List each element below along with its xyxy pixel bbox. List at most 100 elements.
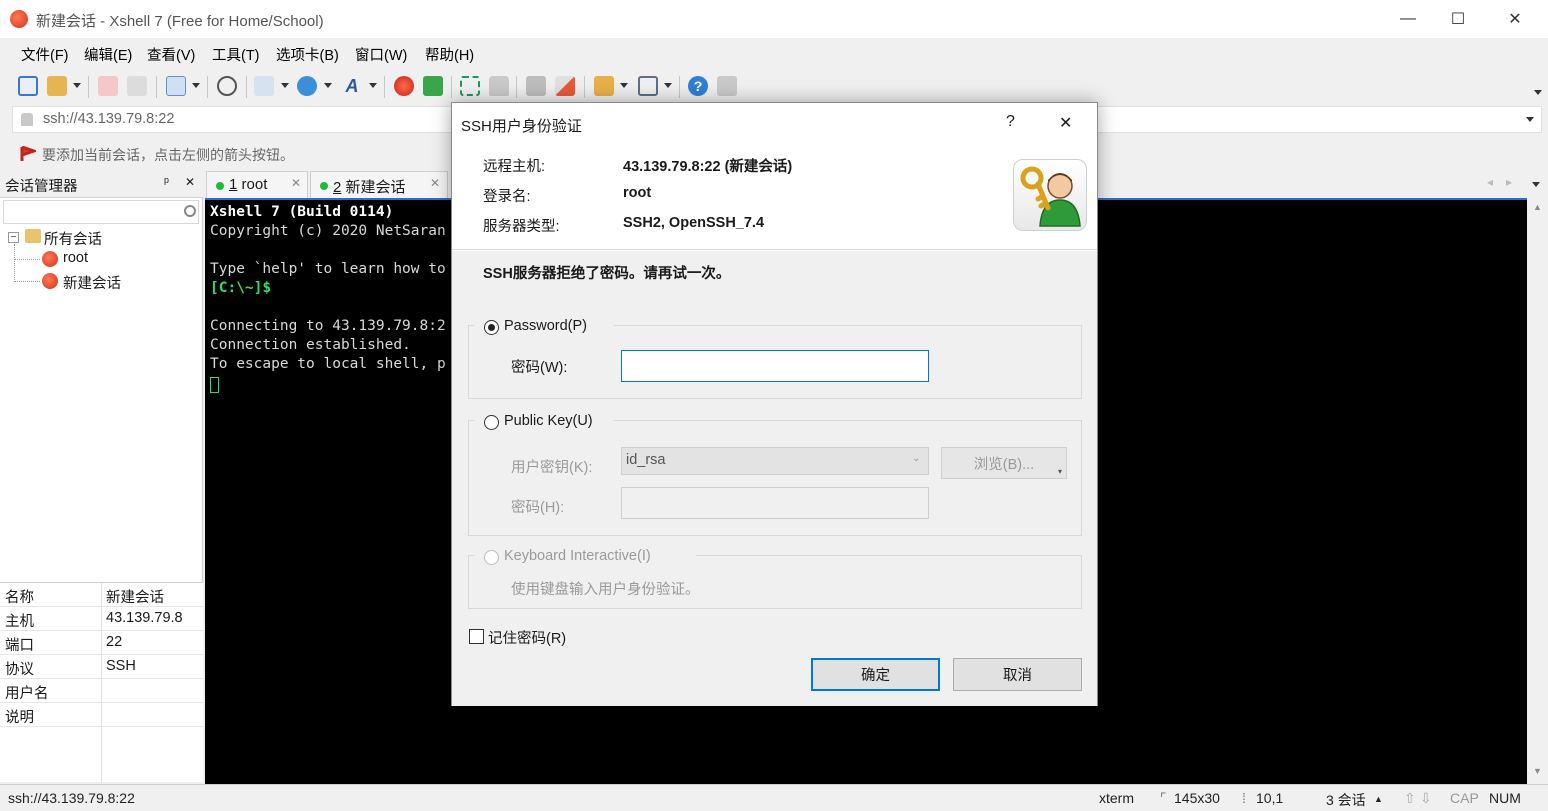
reconnect-icon[interactable] [98, 76, 118, 96]
browse-dropdown-icon[interactable]: ▾ [1058, 467, 1062, 476]
xshell-icon[interactable] [394, 76, 414, 96]
globe-icon[interactable] [297, 76, 317, 96]
layout-icon[interactable] [638, 76, 658, 96]
find-icon[interactable] [217, 76, 237, 96]
menu-bar: 文件(F) 编辑(E) 查看(V) 工具(T) 选项卡(B) 窗口(W) 帮助(… [0, 38, 1548, 68]
user-key-value: id_rsa [626, 452, 666, 468]
chat-icon[interactable] [717, 76, 737, 96]
bookmark-flag-icon[interactable] [20, 145, 39, 165]
address-text[interactable]: ssh://43.139.79.8:22 [43, 111, 174, 127]
tab-close-icon[interactable]: ✕ [430, 176, 440, 190]
highlight-icon[interactable] [555, 76, 575, 96]
add-folder-icon[interactable] [594, 76, 614, 96]
properties-icon[interactable] [166, 76, 186, 96]
password-radio[interactable] [484, 320, 499, 335]
chevron-down-icon[interactable] [281, 83, 289, 88]
tree-root-all-sessions[interactable]: 所有会话 [44, 228, 102, 249]
toolbar-divider [584, 76, 585, 98]
property-key: 用户名 [5, 686, 49, 702]
ok-button[interactable]: 确定 [811, 658, 940, 691]
close-button[interactable]: ✕ [1490, 0, 1540, 38]
transfer-icon[interactable] [254, 76, 274, 96]
user-key-icon [1013, 159, 1087, 231]
menu-file[interactable]: 文件(F) [21, 44, 69, 65]
tab-scroll-right-icon[interactable]: ▸ [1506, 175, 1512, 189]
remember-password-label[interactable]: 记住密码(R) [488, 627, 566, 648]
arrow-up-icon[interactable]: ⇧ [1404, 790, 1416, 807]
dialog-title: SSH用户身份验证 [461, 118, 582, 135]
tab-root[interactable]: 1 root ✕ [206, 171, 308, 198]
tree-item-root[interactable]: root [63, 250, 88, 266]
chevron-down-icon[interactable] [73, 83, 81, 88]
minimize-button[interactable]: — [1383, 0, 1433, 38]
help-icon[interactable]: ? [688, 76, 708, 96]
user-key-select[interactable]: id_rsa ⌄ [621, 447, 929, 475]
keyboard-interactive-radio[interactable] [484, 550, 499, 565]
password-method-label[interactable]: Password(P) [504, 318, 587, 334]
connected-status-icon [320, 182, 328, 190]
new-session-icon[interactable] [18, 76, 38, 96]
tree-item-new-session[interactable]: 新建会话 [63, 272, 121, 293]
search-icon[interactable] [184, 205, 196, 217]
status-address: ssh://43.139.79.8:22 [8, 790, 135, 806]
terminal-line: Connection established. [210, 337, 411, 353]
terminal-line: To escape to local shell, p [210, 356, 446, 372]
status-sessions[interactable]: 3 会话 [1326, 790, 1366, 810]
toolbar-divider [88, 76, 89, 98]
browse-button[interactable]: 浏览(B)... [941, 447, 1067, 479]
scroll-down-icon[interactable]: ▼ [1533, 766, 1542, 776]
public-key-method-label[interactable]: Public Key(U) [504, 413, 593, 429]
remember-password-checkbox[interactable] [469, 629, 484, 644]
menu-tools[interactable]: 工具(T) [212, 44, 260, 65]
open-folder-icon[interactable] [47, 76, 67, 96]
chevron-down-icon[interactable] [192, 83, 200, 88]
passphrase-input[interactable] [621, 487, 929, 519]
dialog-close-button[interactable]: ✕ [1059, 113, 1072, 133]
chevron-down-icon[interactable]: ⌄ [912, 453, 920, 464]
menu-view[interactable]: 查看(V) [147, 44, 195, 65]
lock-icon[interactable] [489, 76, 509, 96]
close-panel-icon[interactable]: ✕ [185, 175, 195, 189]
pin-icon[interactable]: ᵖ [164, 174, 169, 189]
menu-edit[interactable]: 编辑(E) [84, 44, 132, 65]
property-value: 43.139.79.8 [106, 610, 183, 626]
arrow-down-icon[interactable]: ⇩ [1420, 790, 1432, 807]
chevron-down-icon[interactable] [1532, 182, 1540, 187]
menu-window[interactable]: 窗口(W) [355, 44, 407, 65]
tab-close-icon[interactable]: ✕ [291, 176, 301, 190]
keyboard-interactive-label[interactable]: Keyboard Interactive(I) [504, 548, 651, 564]
font-icon[interactable]: A [342, 76, 362, 96]
hint-text: 要添加当前会话，点击左侧的箭头按钮。 [42, 147, 294, 163]
cancel-label: 取消 [1003, 668, 1032, 684]
menu-help[interactable]: 帮助(H) [425, 44, 474, 65]
chevron-down-icon[interactable] [664, 83, 672, 88]
collapse-toggle-icon[interactable]: − [8, 232, 19, 243]
menu-tabs[interactable]: 选项卡(B) [276, 44, 339, 65]
keyboard-interactive-description: 使用键盘输入用户身份验证。 [511, 582, 700, 598]
chevron-down-icon[interactable] [1526, 117, 1534, 122]
fullscreen-icon[interactable] [460, 76, 480, 96]
tab-new-session[interactable]: 2 新建会话 ✕ [310, 171, 448, 198]
cancel-button[interactable]: 取消 [953, 658, 1082, 691]
toolbar-divider [384, 76, 385, 98]
toolbar-divider [156, 76, 157, 98]
sessions-up-icon[interactable]: ▲ [1374, 794, 1383, 804]
keyboard-icon[interactable] [526, 76, 546, 96]
dialog-help-button[interactable]: ? [1006, 113, 1015, 131]
chevron-down-icon[interactable] [324, 83, 332, 88]
toolbar-divider [451, 76, 452, 98]
disconnect-icon[interactable] [127, 76, 147, 96]
chevron-down-icon[interactable] [369, 83, 377, 88]
public-key-radio[interactable] [484, 415, 499, 430]
password-input[interactable] [621, 350, 929, 382]
chevron-down-icon[interactable] [620, 83, 628, 88]
terminal-scrollbar[interactable]: ▲ ▼ [1527, 198, 1548, 784]
terminal-line: Copyright (c) 2020 NetSaran [210, 223, 446, 239]
xftp-icon[interactable] [423, 76, 443, 96]
tab-scroll-left-icon[interactable]: ◂ [1487, 175, 1493, 189]
session-search-input[interactable] [3, 200, 199, 224]
property-key: 端口 [5, 638, 34, 654]
maximize-button[interactable]: ☐ [1433, 0, 1483, 38]
scroll-up-icon[interactable]: ▲ [1533, 202, 1542, 212]
chevron-down-icon[interactable] [1534, 90, 1542, 95]
